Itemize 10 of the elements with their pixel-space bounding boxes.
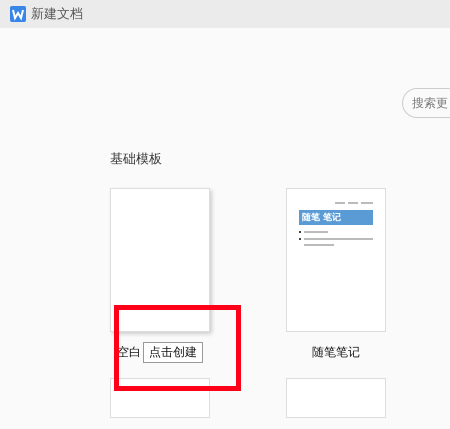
tooltip: 点击创建 [143, 342, 203, 362]
app-logo-icon [10, 6, 26, 22]
search-field[interactable]: 搜索更 [402, 88, 450, 118]
window-title: 新建文档 [31, 6, 83, 23]
template-heading: 随笔 笔记 [299, 210, 373, 225]
template-label: 随笔笔记 [312, 344, 360, 360]
note-template-card[interactable]: 随笔 笔记 [286, 188, 386, 332]
date-line-drawing [335, 201, 373, 205]
blank-template-card[interactable] [110, 188, 210, 332]
section-title: 基础模板 [110, 151, 163, 168]
